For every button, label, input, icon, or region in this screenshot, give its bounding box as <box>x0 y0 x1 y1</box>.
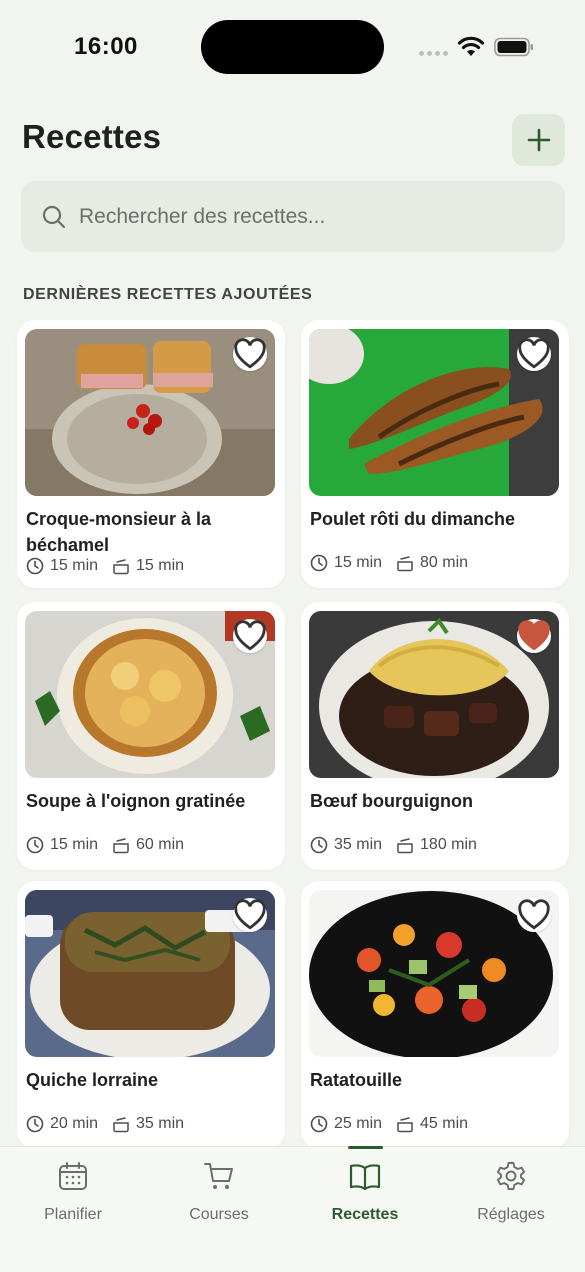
tab-label: Réglages <box>477 1206 545 1223</box>
wifi-icon <box>457 36 485 56</box>
status-time: 16:00 <box>74 33 138 60</box>
prep-time: 25 min <box>334 1115 383 1132</box>
battery-icon <box>494 37 533 57</box>
heart-outline-icon <box>234 620 266 651</box>
tab-label: Planifier <box>44 1206 102 1223</box>
page-title: Recettes <box>22 118 162 155</box>
recipe-card[interactable]: Bœuf bourguignon 35 min 180 min <box>301 602 569 870</box>
prep-time: 35 min <box>334 836 383 853</box>
prep-time: 15 min <box>50 836 99 853</box>
cook-time: 15 min <box>136 557 185 574</box>
clock-icon <box>26 1115 44 1133</box>
tab-reglages[interactable]: Réglages <box>438 1147 584 1247</box>
recipe-card[interactable]: Poulet rôti du dimanche 15 min 80 min <box>301 320 569 588</box>
status-bar: 16:00 <box>0 0 585 95</box>
section-title: DERNIÈRES RECETTES AJOUTÉES <box>23 286 313 303</box>
recipe-card[interactable]: Soupe à l'oignon gratinée 15 min 60 min <box>17 602 285 870</box>
plus-icon <box>527 128 550 152</box>
favorite-button[interactable] <box>233 337 267 371</box>
tab-label: Courses <box>189 1206 249 1223</box>
dynamic-island <box>201 20 384 74</box>
prep-time: 15 min <box>334 554 383 571</box>
cook-time: 80 min <box>420 554 469 571</box>
clock-icon <box>310 1115 328 1133</box>
prep-time: 20 min <box>50 1115 99 1132</box>
tab-planifier[interactable]: Planifier <box>0 1147 146 1247</box>
recipe-image <box>309 611 559 778</box>
favorite-button[interactable] <box>233 898 267 932</box>
recipe-card[interactable]: Quiche lorraine 20 min 35 min <box>17 881 285 1149</box>
pot-icon <box>113 1117 129 1133</box>
signal-icon <box>419 51 448 56</box>
recipe-meta: 15 min 60 min <box>26 836 198 854</box>
tab-recettes[interactable]: Recettes <box>292 1147 438 1247</box>
recipe-title: Quiche lorraine <box>26 1070 159 1090</box>
recipe-title: Soupe à l'oignon gratinée <box>26 791 246 811</box>
favorite-button[interactable] <box>517 337 551 371</box>
search-bar[interactable] <box>21 181 565 252</box>
favorite-button[interactable] <box>517 898 551 932</box>
recipe-title: Bœuf bourguignon <box>310 791 473 811</box>
prep-time: 15 min <box>50 557 99 574</box>
recipe-card[interactable]: Ratatouille 25 min 45 min <box>301 881 569 1149</box>
recipe-image <box>25 329 275 496</box>
favorite-button[interactable] <box>233 619 267 653</box>
heart-filled-icon <box>518 620 550 651</box>
heart-outline-icon <box>518 899 550 930</box>
search-input[interactable] <box>79 204 519 229</box>
bottom-nav: Planifier Courses Recettes Réglages <box>0 1146 585 1272</box>
gear-icon <box>496 1162 526 1190</box>
cart-icon <box>204 1163 233 1189</box>
cook-time: 60 min <box>136 836 185 853</box>
tab-courses[interactable]: Courses <box>146 1147 292 1247</box>
pot-icon <box>397 838 413 854</box>
clock-icon <box>26 836 44 854</box>
heart-outline-icon <box>234 899 266 930</box>
cook-time: 45 min <box>420 1115 469 1132</box>
recipe-title: Croque-monsieur à la béchamel <box>26 509 212 555</box>
add-recipe-button[interactable] <box>512 114 565 166</box>
pot-icon <box>113 838 129 854</box>
clock-icon <box>310 836 328 854</box>
pot-icon <box>397 1117 413 1133</box>
pot-icon <box>397 556 413 572</box>
calendar-icon <box>59 1162 87 1190</box>
heart-outline-icon <box>234 338 266 369</box>
recipe-title: Poulet rôti du dimanche <box>310 509 516 529</box>
favorite-button[interactable] <box>517 619 551 653</box>
book-icon <box>349 1164 381 1191</box>
recipe-card[interactable]: Croque-monsieur à la béchamel 15 min 15 … <box>17 320 285 588</box>
cook-time: 180 min <box>420 836 477 853</box>
cook-time: 35 min <box>136 1115 185 1132</box>
recipe-meta: 25 min 45 min <box>310 1115 482 1133</box>
recipe-meta: 35 min 180 min <box>310 836 491 854</box>
recipe-meta: 15 min 15 min <box>26 557 198 575</box>
pot-icon <box>113 559 129 575</box>
search-icon <box>42 205 66 228</box>
clock-icon <box>26 557 44 575</box>
recipe-image <box>309 329 559 496</box>
clock-icon <box>310 554 328 572</box>
recipe-meta: 15 min 80 min <box>310 554 482 572</box>
recipe-image <box>309 890 559 1057</box>
recipe-image <box>25 611 275 778</box>
heart-outline-icon <box>518 338 550 369</box>
tab-label: Recettes <box>331 1206 399 1223</box>
recipe-meta: 20 min 35 min <box>26 1115 198 1133</box>
recipe-title: Ratatouille <box>310 1070 403 1090</box>
recipe-image <box>25 890 275 1057</box>
